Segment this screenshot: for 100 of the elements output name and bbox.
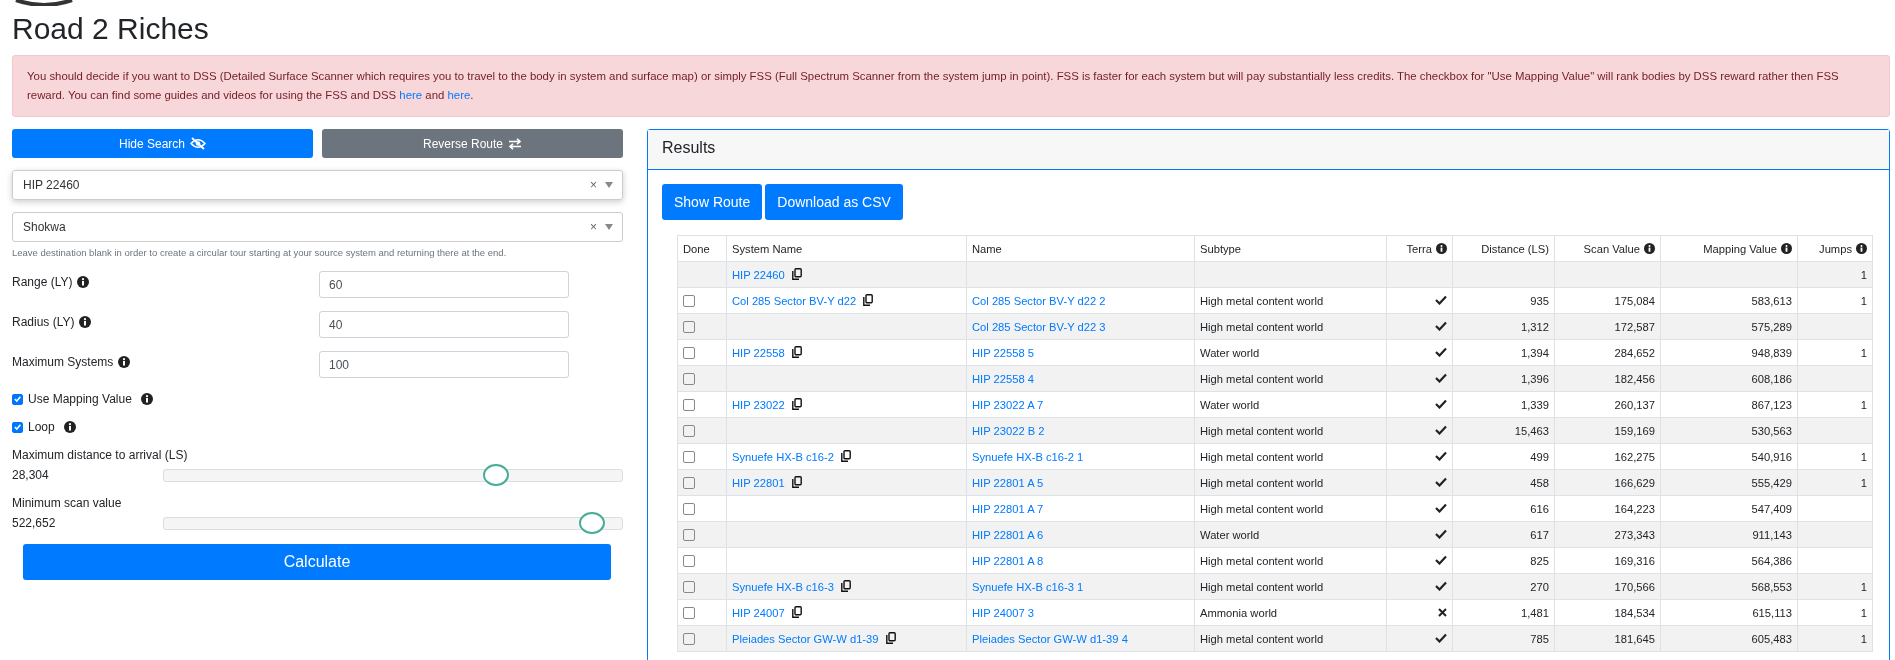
checkbox[interactable] <box>12 393 23 405</box>
copy-icon[interactable] <box>791 346 802 358</box>
table-cell: High metal content world <box>1200 450 1324 463</box>
copy-icon[interactable] <box>841 450 851 462</box>
body-link[interactable]: HIP 22801 A 5 <box>972 476 1044 489</box>
checkbox-label: Loop <box>28 420 55 434</box>
guide-link[interactable]: here <box>399 89 423 101</box>
done-checkbox[interactable] <box>683 607 695 619</box>
done-checkbox[interactable] <box>683 477 695 489</box>
table-cell: 1 <box>1860 450 1867 463</box>
slider-thumb[interactable] <box>579 511 606 534</box>
info-icon[interactable] <box>1436 242 1447 254</box>
source-select[interactable]: HIP 22460 × <box>12 170 623 200</box>
table-cell: Ammonia world <box>1200 606 1278 619</box>
done-checkbox[interactable] <box>683 321 695 333</box>
column-header: Terra <box>1386 235 1453 262</box>
info-icon[interactable] <box>1856 242 1867 254</box>
info-icon[interactable] <box>63 421 76 433</box>
system-link[interactable]: HIP 23022 <box>732 399 785 411</box>
dropdown-caret-icon[interactable] <box>605 182 613 188</box>
checkbox[interactable] <box>12 421 23 433</box>
table-cell: 867,123 <box>1751 398 1792 411</box>
table-cell: 547,409 <box>1751 502 1792 515</box>
table-cell: 1 <box>1860 294 1867 307</box>
copy-icon[interactable] <box>885 632 896 644</box>
system-link[interactable]: HIP 24007 <box>732 607 785 619</box>
table-cell: 948,839 <box>1751 346 1792 359</box>
info-icon[interactable] <box>140 393 153 405</box>
number-input[interactable]: 40 <box>319 311 569 338</box>
table-cell: High metal content world <box>1200 320 1324 333</box>
show-route-button[interactable]: Show Route <box>662 184 763 220</box>
number-input[interactable]: 60 <box>319 271 569 298</box>
table-cell: 270 <box>1530 580 1549 593</box>
table-cell: High metal content world <box>1200 502 1324 515</box>
copy-icon[interactable] <box>791 606 802 618</box>
body-link[interactable]: HIP 22801 A 8 <box>972 554 1044 567</box>
table-cell: High metal content world <box>1200 372 1324 385</box>
system-link[interactable]: HIP 22460 <box>732 269 785 281</box>
copy-icon[interactable] <box>863 294 874 306</box>
column-header: Jumps <box>1797 235 1873 262</box>
download-csv-button[interactable]: Download as CSV <box>765 184 903 220</box>
system-link[interactable]: HIP 22558 <box>732 347 785 359</box>
table-cell: 184,534 <box>1614 606 1655 619</box>
done-checkbox[interactable] <box>683 581 695 593</box>
slider-thumb[interactable] <box>483 463 510 486</box>
table-cell: 1,394 <box>1521 346 1549 359</box>
slider-label: Maximum distance to arrival (LS) <box>12 448 189 462</box>
table-cell: 1,339 <box>1521 398 1549 411</box>
info-icon[interactable] <box>77 276 90 288</box>
copy-icon[interactable] <box>791 476 802 488</box>
table-cell: 555,429 <box>1751 476 1792 489</box>
system-link[interactable]: HIP 22801 <box>732 477 785 489</box>
eye-slash-icon <box>190 137 206 150</box>
body-link[interactable]: HIP 23022 B 2 <box>972 424 1045 437</box>
body-link[interactable]: HIP 22558 4 <box>972 372 1034 385</box>
system-link[interactable]: Synuefe HX-B c16-2 <box>732 451 834 463</box>
body-link[interactable]: HIP 23022 A 7 <box>972 398 1044 411</box>
calculate-button[interactable]: Calculate <box>23 544 611 580</box>
system-link[interactable]: Synuefe HX-B c16-3 <box>732 581 834 593</box>
done-checkbox[interactable] <box>683 373 695 385</box>
table-cell: 175,084 <box>1614 294 1655 307</box>
done-checkbox[interactable] <box>683 529 695 541</box>
page-title: Road 2 Riches <box>12 12 210 46</box>
table-cell: 583,613 <box>1751 294 1792 307</box>
body-link[interactable]: HIP 22558 5 <box>972 346 1034 359</box>
checkbox-label: Use Mapping Value <box>28 392 132 406</box>
table-cell: 825 <box>1530 554 1549 567</box>
table-cell: 1 <box>1860 632 1867 645</box>
destination-select[interactable]: Shokwa × <box>12 212 623 242</box>
copy-icon[interactable] <box>791 398 802 410</box>
number-input[interactable]: 100 <box>319 351 569 378</box>
done-checkbox[interactable] <box>683 399 695 411</box>
table-cell: 260,137 <box>1614 398 1655 411</box>
done-checkbox[interactable] <box>683 555 695 567</box>
body-link[interactable]: HIP 22801 A 6 <box>972 528 1044 541</box>
clear-icon[interactable]: × <box>590 220 597 234</box>
done-checkbox[interactable] <box>683 633 695 645</box>
done-checkbox[interactable] <box>683 503 695 515</box>
table-cell: 605,483 <box>1751 632 1792 645</box>
table-cell: 458 <box>1530 476 1549 489</box>
reverse-route-button[interactable]: Reverse Route <box>322 129 623 158</box>
done-checkbox[interactable] <box>683 347 695 359</box>
clear-icon[interactable]: × <box>590 178 597 192</box>
info-icon[interactable] <box>79 316 92 328</box>
info-icon[interactable] <box>118 356 131 368</box>
hide-search-button[interactable]: Hide Search <box>12 129 313 158</box>
body-link[interactable]: HIP 22801 A 7 <box>972 502 1044 515</box>
done-checkbox[interactable] <box>683 295 695 307</box>
field-label: Range (LY) <box>12 275 73 289</box>
done-checkbox[interactable] <box>683 425 695 437</box>
info-icon[interactable] <box>1781 242 1792 254</box>
info-icon[interactable] <box>1644 242 1655 254</box>
table-cell: 169,316 <box>1614 554 1655 567</box>
body-link[interactable]: HIP 24007 3 <box>972 606 1034 619</box>
dropdown-caret-icon[interactable] <box>605 224 613 230</box>
copy-icon[interactable] <box>841 580 851 592</box>
table-cell: 166,629 <box>1614 476 1655 489</box>
copy-icon[interactable] <box>791 268 802 280</box>
done-checkbox[interactable] <box>683 451 695 463</box>
table-cell: 164,223 <box>1614 502 1655 515</box>
